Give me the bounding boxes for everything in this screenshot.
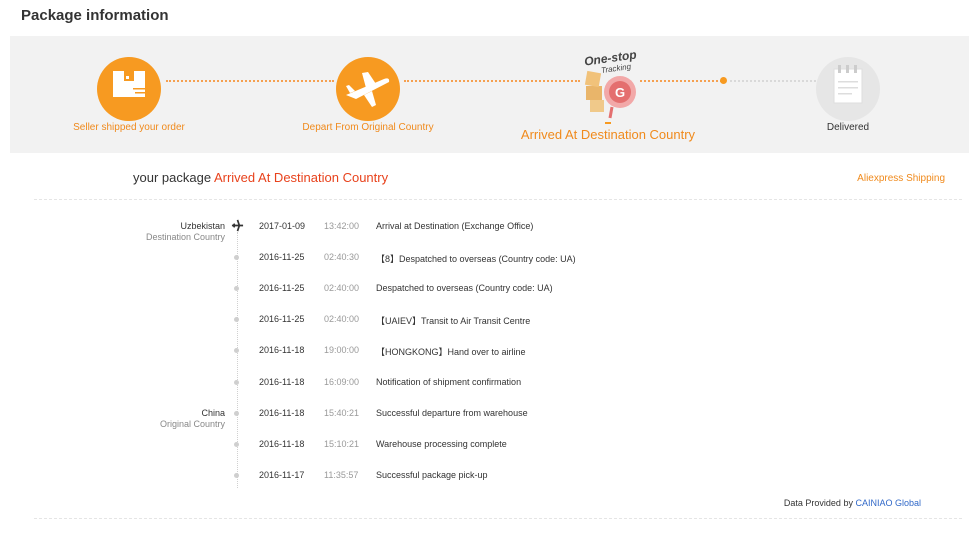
- svg-text:G: G: [615, 85, 625, 100]
- event-time: 15:10:21: [324, 439, 360, 449]
- event-date: 2016-11-17: [259, 470, 305, 480]
- progress-current-dot: [720, 77, 727, 84]
- tracking-event: 2016-11-25 02:40:00 【UAIEV】Transit to Ai…: [0, 314, 976, 334]
- event-description: 【HONGKONG】Hand over to airline: [376, 347, 526, 357]
- airplane-icon: [346, 72, 390, 107]
- event-date: 2016-11-25: [259, 314, 305, 324]
- event-location: Uzbekistan Destination Country: [146, 221, 225, 243]
- event-description: Successful package pick-up: [376, 470, 488, 480]
- event-description: Notification of shipment confirmation: [376, 377, 522, 387]
- shipping-method-link[interactable]: Aliexpress Shipping: [857, 173, 945, 184]
- event-location: China Original Country: [160, 408, 225, 430]
- event-date: 2016-11-25: [259, 283, 305, 293]
- divider-top: [34, 199, 962, 200]
- step-label-depart-origin: Depart From Original Country: [302, 122, 434, 133]
- step-seller-shipped: [97, 57, 161, 121]
- timeline-dot: [234, 317, 239, 322]
- event-role: Destination Country: [145, 232, 225, 242]
- event-date: 2016-11-18: [259, 408, 305, 418]
- step-label-delivered: Delivered: [826, 122, 870, 133]
- tracking-event: 2016-11-17 11:35:57 Successful package p…: [0, 470, 976, 490]
- tracking-event: China Original Country 2016-11-18 15:40:…: [0, 408, 976, 430]
- tracking-event: 2016-11-18 15:10:21 Warehouse processing…: [0, 439, 976, 459]
- event-description: 【8】Despatched to overseas (Country code:…: [376, 254, 576, 264]
- tracking-event: 2016-11-25 02:40:30 【8】Despatched to ove…: [0, 252, 976, 272]
- step-delivered: [816, 57, 880, 121]
- event-date: 2016-11-18: [259, 377, 305, 387]
- event-description: Despatched to overseas (Country code: UA…: [376, 283, 553, 293]
- event-time: 02:40:00: [324, 314, 360, 324]
- event-role: Original Country: [159, 419, 225, 429]
- event-time: 13:42:00: [324, 221, 360, 231]
- tracking-event: Uzbekistan Destination Country 2017-01-0…: [0, 219, 976, 243]
- data-provider-credit: Data Provided by CAINIAO Global: [784, 498, 921, 508]
- timeline-dot: [234, 442, 239, 447]
- cainiao-logo-icon: G: [584, 70, 636, 119]
- step-depart-origin: [336, 57, 400, 121]
- event-time: 02:40:00: [324, 283, 360, 293]
- page-title: Package information: [21, 7, 169, 24]
- event-place: Uzbekistan: [180, 221, 225, 231]
- event-date: 2016-11-25: [259, 252, 305, 262]
- progress-connector-4: [730, 80, 816, 82]
- credit-prefix: Data Provided by: [783, 498, 853, 508]
- event-description: Arrival at Destination (Exchange Office): [376, 221, 534, 231]
- event-date: 2016-11-18: [259, 439, 305, 449]
- tracking-event: 2016-11-18 16:09:00 Notification of ship…: [0, 377, 976, 397]
- event-place: China: [201, 408, 225, 418]
- timeline-dot: [234, 473, 239, 478]
- timeline-dot: [234, 255, 239, 260]
- step-label-seller-shipped: Seller shipped your order: [73, 122, 185, 133]
- summary-prefix: your package: [133, 170, 212, 185]
- event-description: Warehouse processing complete: [376, 439, 507, 449]
- event-time: 11:35:57: [324, 470, 359, 480]
- package-status-summary: your package Arrived At Destination Coun…: [133, 170, 388, 185]
- package-status: Arrived At Destination Country: [213, 170, 389, 185]
- timeline-dot: [234, 348, 239, 353]
- event-time: 16:09:00: [324, 377, 360, 387]
- event-time: 02:40:30: [324, 252, 360, 262]
- progress-connector-3: [640, 80, 722, 82]
- timeline-dot: [234, 380, 239, 385]
- receipt-icon: [833, 65, 863, 104]
- current-step-indicator: [605, 122, 611, 124]
- event-description: Successful departure from warehouse: [376, 408, 528, 418]
- event-date: 2017-01-09: [259, 221, 306, 231]
- airplane-icon: [231, 219, 244, 232]
- progress-connector-1: [166, 80, 334, 82]
- step-label-arrived-destination: Arrived At Destination Country: [520, 127, 696, 142]
- tracking-event: 2016-11-25 02:40:00 Despatched to overse…: [0, 283, 976, 303]
- progress-connector-2: [404, 80, 580, 82]
- event-time: 19:00:00: [324, 345, 360, 355]
- divider-bottom: [34, 518, 962, 519]
- timeline-dot: [234, 411, 239, 416]
- event-description: 【UAIEV】Transit to Air Transit Centre: [376, 316, 531, 326]
- box-icon: [113, 71, 147, 97]
- event-date: 2016-11-18: [259, 345, 305, 355]
- timeline-dot: [234, 286, 239, 291]
- tracking-event: 2016-11-18 19:00:00 【HONGKONG】Hand over …: [0, 345, 976, 365]
- event-time: 15:40:21: [324, 408, 360, 418]
- provider-link[interactable]: CAINIAO Global: [855, 498, 921, 508]
